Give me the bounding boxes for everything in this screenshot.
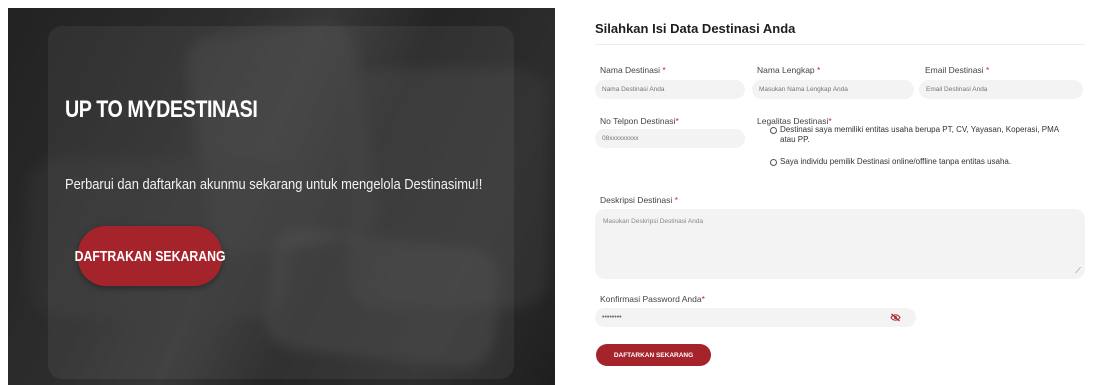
hero-banner xyxy=(8,8,555,385)
legalitas-option-entitas[interactable]: Destinasi saya memiliki entitas usaha be… xyxy=(770,125,1070,145)
deskripsi-textarea[interactable]: Masukan Deskripsi Destinasi Anda ⟋ xyxy=(595,209,1085,279)
nama-lengkap-label: Nama Lengkap * xyxy=(757,65,821,75)
nama-destinasi-label: Nama Destinasi * xyxy=(600,65,666,75)
hero-subtitle: Perbarui dan daftarkan akunmu sekarang u… xyxy=(65,176,483,193)
email-label: Email Destinasi * xyxy=(925,65,990,75)
hero-title: UP TO MYDESTINASI xyxy=(65,96,258,123)
nama-destinasi-input[interactable] xyxy=(595,80,745,99)
submit-register-button[interactable]: DAFTARKAN SEKARANG xyxy=(596,344,711,366)
resize-handle-icon[interactable]: ⟋ xyxy=(1075,266,1081,276)
password-label: Konfirmasi Password Anda* xyxy=(600,294,705,304)
hero-register-button[interactable]: DAFTRAKAN SEKARANG xyxy=(74,226,226,286)
eye-slash-icon[interactable] xyxy=(890,313,901,322)
hero-panel xyxy=(48,26,514,379)
password-input[interactable]: •••••••• xyxy=(595,308,916,327)
destination-form: Silahkan Isi Data Destinasi Anda Nama De… xyxy=(580,0,1103,385)
submit-register-button-label: DAFTARKAN SEKARANG xyxy=(613,351,694,359)
radio-circle[interactable] xyxy=(770,159,777,166)
radio-circle[interactable] xyxy=(770,127,777,134)
legalitas-option-individu-label: Saya individu pemilik Destinasi online/o… xyxy=(780,157,1012,166)
nama-lengkap-input[interactable] xyxy=(752,80,914,99)
telpon-input[interactable] xyxy=(595,129,745,148)
deskripsi-label: Deskripsi Destinasi * xyxy=(600,195,678,205)
telpon-label: No Telpon Destinasi* xyxy=(600,116,679,126)
form-title: Silahkan Isi Data Destinasi Anda xyxy=(595,21,796,36)
deskripsi-placeholder: Masukan Deskripsi Destinasi Anda xyxy=(603,218,704,225)
password-value: •••••••• xyxy=(602,314,622,321)
legalitas-option-entitas-label: Destinasi saya memiliki entitas usaha be… xyxy=(780,125,1059,144)
legalitas-option-individu[interactable]: Saya individu pemilik Destinasi online/o… xyxy=(770,157,1090,166)
email-input[interactable] xyxy=(919,80,1083,99)
hero-register-button-label: DAFTRAKAN SEKARANG xyxy=(74,247,226,265)
form-divider xyxy=(595,44,1085,45)
